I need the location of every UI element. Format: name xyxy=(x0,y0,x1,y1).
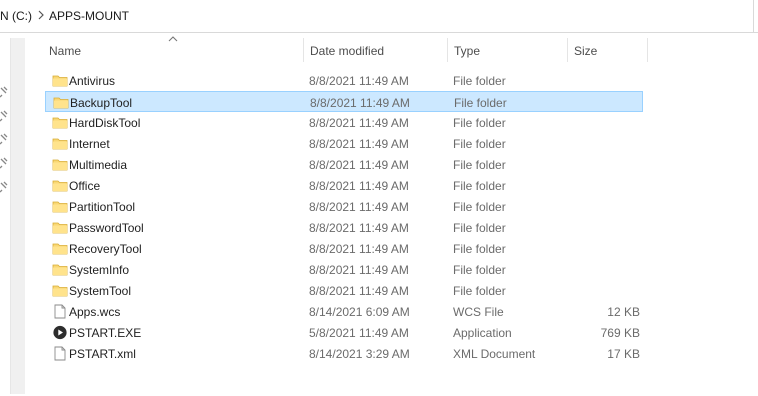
file-date: 8/8/2021 11:49 AM xyxy=(309,74,409,88)
file-type: File folder xyxy=(453,179,506,193)
navigation-scrollbar[interactable] xyxy=(10,38,25,394)
address-bar[interactable]: N (C:) APPS-MOUNT xyxy=(0,0,758,33)
column-header-size[interactable]: Size xyxy=(574,44,597,62)
breadcrumb-folder[interactable]: APPS-MOUNT xyxy=(49,9,129,23)
file-date: 8/8/2021 11:49 AM xyxy=(309,179,409,193)
file-name: PasswordTool xyxy=(69,221,144,235)
file-row[interactable]: HardDiskTool 8/8/2021 11:49 AM File folder xyxy=(45,112,643,133)
file-type: File folder xyxy=(453,242,506,256)
file-name: BackupTool xyxy=(70,96,133,110)
file-row[interactable]: PSTART.xml 8/14/2021 3:29 AM XML Document 1… xyxy=(45,343,643,364)
file-size: 17 KB xyxy=(607,347,640,361)
file-name: Office xyxy=(69,179,101,193)
file-date: 8/14/2021 6:09 AM xyxy=(309,305,410,319)
file-date: 8/8/2021 11:49 AM xyxy=(309,158,409,172)
document-icon xyxy=(52,346,68,361)
breadcrumb-drive[interactable]: N (C:) xyxy=(0,9,32,23)
folder-icon xyxy=(52,220,68,235)
file-row[interactable]: SystemInfo 8/8/2021 11:49 AM File folder xyxy=(45,259,643,280)
file-date: 8/8/2021 11:49 AM xyxy=(309,137,409,151)
file-row[interactable]: PartitionTool 8/8/2021 11:49 AM File folde… xyxy=(45,196,643,217)
file-type: File folder xyxy=(454,96,507,110)
pin-icon[interactable] xyxy=(0,133,8,145)
file-name: Multimedia xyxy=(69,158,128,172)
file-date: 5/8/2021 11:49 AM xyxy=(309,326,409,340)
column-divider[interactable] xyxy=(447,38,448,62)
file-row[interactable]: PasswordTool 8/8/2021 11:49 AM File folder xyxy=(45,217,643,238)
file-row[interactable]: Internet 8/8/2021 11:49 AM File folder xyxy=(45,133,643,154)
file-date: 8/8/2021 11:49 AM xyxy=(309,263,409,277)
file-type: File folder xyxy=(453,200,506,214)
address-bar-edge xyxy=(753,0,754,32)
column-header-name[interactable]: Name xyxy=(49,44,81,62)
folder-icon xyxy=(52,136,68,151)
folder-icon xyxy=(52,199,68,214)
file-type: File folder xyxy=(453,116,506,130)
folder-icon xyxy=(52,73,68,88)
folder-icon xyxy=(52,262,68,277)
file-name: Internet xyxy=(69,137,110,151)
column-divider[interactable] xyxy=(647,38,648,62)
file-type: Application xyxy=(453,326,512,340)
column-divider[interactable] xyxy=(567,38,568,62)
file-row[interactable]: Antivirus 8/8/2021 11:49 AM File folder xyxy=(45,70,643,91)
file-name: HardDiskTool xyxy=(69,116,141,130)
file-row[interactable]: RecoveryTool 8/8/2021 11:49 AM File folder xyxy=(45,238,643,259)
file-type: File folder xyxy=(453,158,506,172)
file-size: 12 KB xyxy=(607,305,640,319)
file-name: Antivirus xyxy=(69,74,116,88)
folder-icon xyxy=(52,241,68,256)
file-row[interactable]: Office 8/8/2021 11:49 AM File folder xyxy=(45,175,643,196)
folder-icon xyxy=(52,283,68,298)
folder-icon xyxy=(52,178,68,193)
chevron-right-icon[interactable] xyxy=(36,8,48,22)
chevron-up-icon xyxy=(168,36,178,42)
pin-icon[interactable] xyxy=(0,157,8,169)
file-type: WCS File xyxy=(453,305,504,319)
file-name: PSTART.EXE xyxy=(69,326,142,340)
pin-icon[interactable] xyxy=(0,110,8,122)
file-date: 8/14/2021 3:29 AM xyxy=(309,347,410,361)
file-date: 8/8/2021 11:49 AM xyxy=(310,96,410,110)
file-size: 769 KB xyxy=(600,326,640,340)
file-date: 8/8/2021 11:49 AM xyxy=(309,200,409,214)
file-row[interactable]: Apps.wcs 8/14/2021 6:09 AM WCS File 12 KB xyxy=(45,301,643,322)
file-name: PartitionTool xyxy=(69,200,136,214)
file-type: File folder xyxy=(453,137,506,151)
file-date: 8/8/2021 11:49 AM xyxy=(309,284,409,298)
folder-icon xyxy=(52,115,68,130)
file-date: 8/8/2021 11:49 AM xyxy=(309,221,409,235)
file-type: File folder xyxy=(453,284,506,298)
folder-icon xyxy=(53,95,69,110)
column-divider[interactable] xyxy=(303,38,304,62)
file-row[interactable]: Multimedia 8/8/2021 11:49 AM File folder xyxy=(45,154,643,175)
pin-icon[interactable] xyxy=(0,86,8,98)
file-name: SystemInfo xyxy=(69,263,130,277)
play-circle-icon xyxy=(52,325,68,340)
file-date: 8/8/2021 11:49 AM xyxy=(309,116,409,130)
file-type: File folder xyxy=(453,221,506,235)
column-header-date[interactable]: Date modified xyxy=(310,44,384,62)
file-row[interactable]: SystemTool 8/8/2021 11:49 AM File folder xyxy=(45,280,643,301)
file-type: XML Document xyxy=(453,347,536,361)
file-row[interactable]: PSTART.EXE 5/8/2021 11:49 AM Application 76… xyxy=(45,322,643,343)
folder-icon xyxy=(52,157,68,172)
file-name: RecoveryTool xyxy=(69,242,142,256)
column-header-type[interactable]: Type xyxy=(454,44,480,62)
document-icon xyxy=(52,304,68,319)
file-row[interactable]: BackupTool 8/8/2021 11:49 AM File folder xyxy=(45,91,643,112)
file-name: SystemTool xyxy=(69,284,132,298)
file-type: File folder xyxy=(453,74,506,88)
file-name: PSTART.xml xyxy=(69,347,136,361)
file-type: File folder xyxy=(453,263,506,277)
pin-icon[interactable] xyxy=(0,181,8,193)
file-name: Apps.wcs xyxy=(69,305,121,319)
file-date: 8/8/2021 11:49 AM xyxy=(309,242,409,256)
